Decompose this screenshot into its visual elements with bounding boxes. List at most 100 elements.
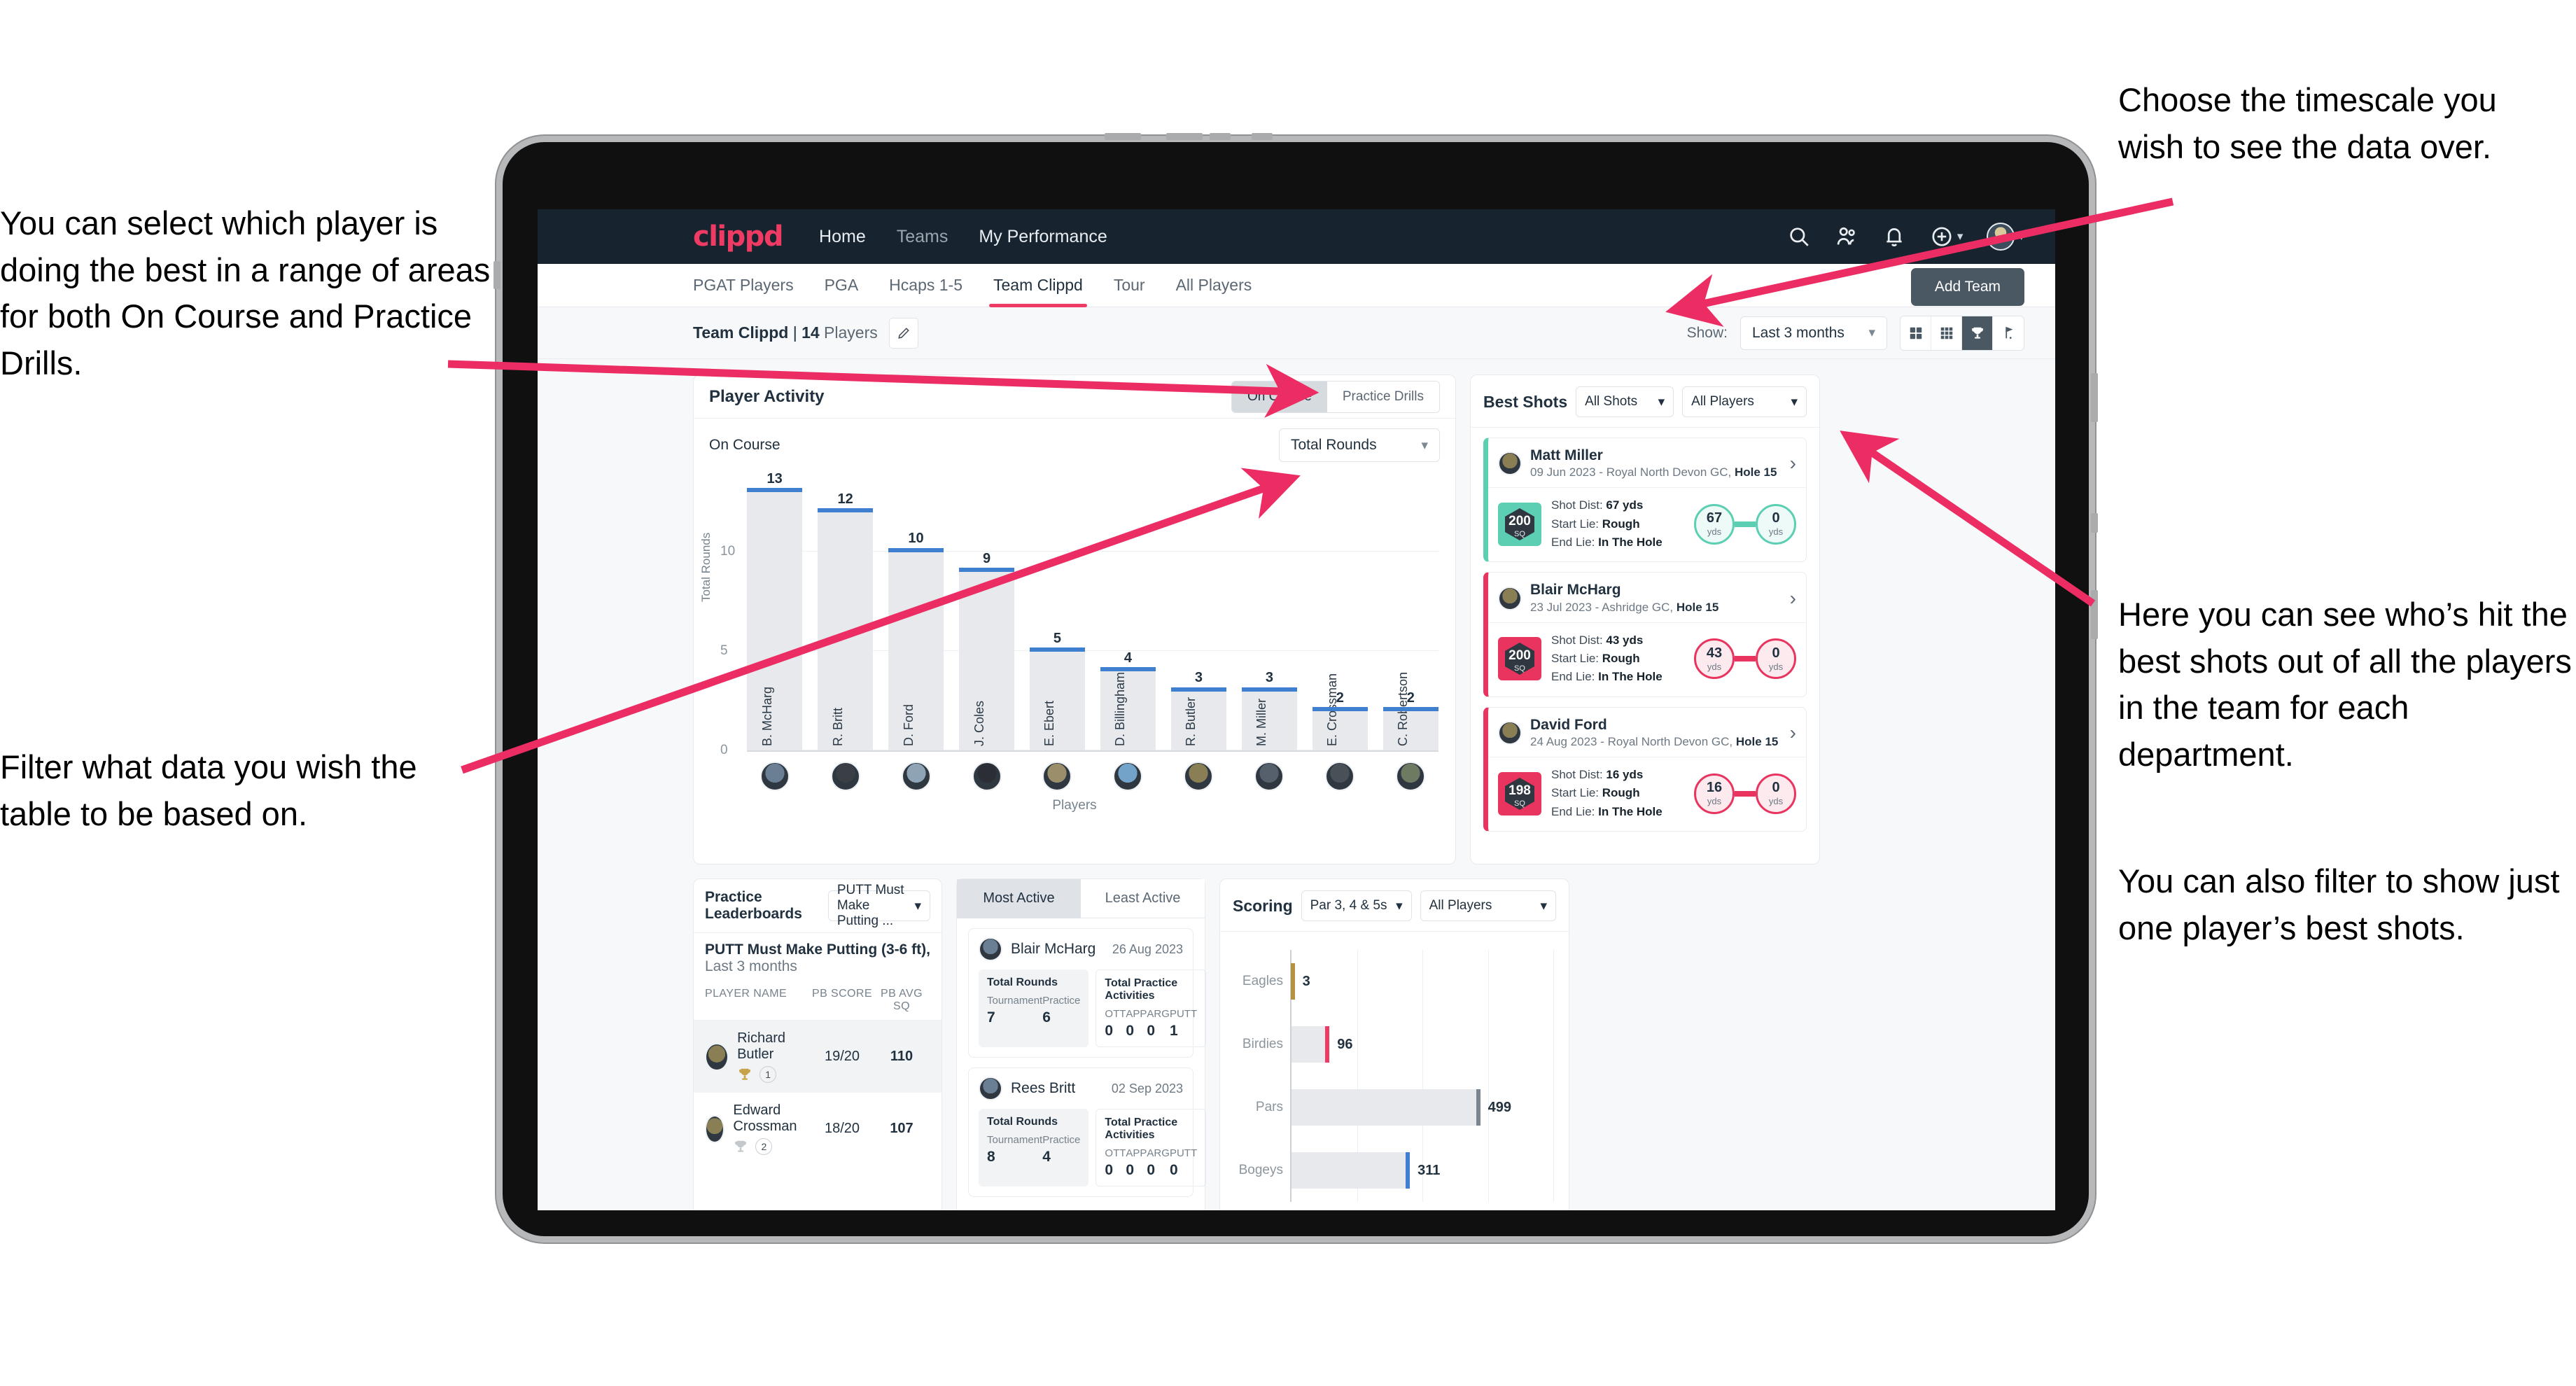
- people-icon[interactable]: [1835, 225, 1858, 248]
- leaderboard-rows: Richard Butler 1 19/20 110 Edward Crossm…: [694, 1021, 941, 1165]
- bell-icon[interactable]: [1882, 225, 1906, 248]
- chevron-right-icon[interactable]: ›: [1790, 588, 1796, 608]
- stat-column: ARG 0: [1147, 1008, 1170, 1040]
- avatar[interactable]: [705, 1114, 725, 1143]
- avatar[interactable]: [1254, 762, 1284, 791]
- nav-link-teams[interactable]: Teams: [897, 227, 948, 247]
- avatar[interactable]: [1498, 586, 1522, 610]
- user-menu[interactable]: ▾: [1987, 223, 2024, 251]
- activity-date: 26 Aug 2023: [1112, 941, 1183, 956]
- avatar[interactable]: [1498, 720, 1522, 745]
- chevron-right-icon[interactable]: ›: [1790, 722, 1796, 743]
- team-title: Team Clippd | 14 Players: [693, 323, 878, 342]
- segment-on-course[interactable]: On Course: [1232, 381, 1327, 412]
- grid-3x3-icon[interactable]: [1931, 316, 1962, 350]
- avatar[interactable]: [1184, 762, 1214, 791]
- start-lie-line: Start Lie: Rough: [1551, 784, 1662, 802]
- best-shots-player-filter[interactable]: All Players ▾: [1682, 386, 1807, 417]
- stat-key: PUTT: [1169, 1008, 1198, 1020]
- avatar[interactable]: [1325, 762, 1355, 791]
- bar-column[interactable]: J. Coles 9: [958, 472, 1015, 750]
- trophy-icon[interactable]: [1962, 316, 1993, 350]
- annotation-right-mid: Here you can see who’s hit the best shot…: [2118, 596, 2572, 774]
- nav-link-home[interactable]: Home: [819, 227, 866, 247]
- activity-player-card[interactable]: Rees Britt 02 Sep 2023 Total Rounds Tour…: [968, 1068, 1207, 1197]
- table-row[interactable]: Edward Crossman 2 18/20 107: [694, 1093, 941, 1165]
- avatar-cell: [818, 762, 873, 791]
- metric-select[interactable]: Total Rounds ▾: [1279, 428, 1440, 462]
- bar-column[interactable]: D. Billingham 4: [1100, 472, 1156, 750]
- show-label: Show:: [1686, 324, 1728, 341]
- distance-connector: [1735, 656, 1756, 662]
- grid-2x2-icon[interactable]: [1900, 316, 1931, 350]
- tab-team-clippd[interactable]: Team Clippd: [989, 264, 1087, 307]
- page-title: Player Activity: [709, 386, 825, 406]
- activity-player-card[interactable]: Blair McHarg 26 Aug 2023 Total Rounds To…: [968, 928, 1207, 1058]
- y-axis-tick: 0: [720, 743, 728, 757]
- bar-row[interactable]: Birdies 96: [1242, 1026, 1553, 1063]
- best-shot-header: Matt Miller 09 Jun 2023 - Royal North De…: [1488, 438, 1806, 487]
- bar-row[interactable]: Pars 499: [1256, 1089, 1553, 1126]
- best-shot-card[interactable]: Matt Miller 09 Jun 2023 - Royal North De…: [1483, 438, 1807, 563]
- bar-value-label: 2: [1336, 690, 1344, 706]
- leaderboard-player-cell: Richard Butler 1: [705, 1030, 811, 1083]
- plus-circle-icon[interactable]: [1930, 225, 1954, 248]
- leaderboard-player-cell: Edward Crossman 2: [705, 1102, 811, 1155]
- bar-column[interactable]: E. Crossman 2: [1312, 472, 1368, 750]
- avatar[interactable]: [830, 762, 860, 791]
- distance-connector: [1735, 790, 1756, 797]
- bar-row[interactable]: Eagles 3: [1242, 963, 1553, 1000]
- segment-practice-drills[interactable]: Practice Drills: [1326, 381, 1439, 412]
- start-lie-line: Start Lie: Rough: [1551, 515, 1662, 533]
- table-row[interactable]: Richard Butler 1 19/20 110: [694, 1021, 941, 1093]
- avatar[interactable]: [1498, 451, 1522, 476]
- distance-from-unit: yds: [1707, 796, 1722, 807]
- bar-column[interactable]: D. Ford 10: [888, 472, 944, 750]
- bar-column[interactable]: C. Robertson 2: [1382, 472, 1439, 750]
- avatar[interactable]: [979, 1077, 1002, 1100]
- scoring-player-filter[interactable]: All Players ▾: [1420, 890, 1556, 921]
- best-shot-card[interactable]: Blair McHarg 23 Jul 2023 - Ashridge GC, …: [1483, 572, 1807, 697]
- best-shot-card[interactable]: David Ford 24 Aug 2023 - Royal North Dev…: [1483, 706, 1807, 832]
- avatar[interactable]: [1042, 762, 1072, 791]
- add-team-button[interactable]: Add Team: [1910, 268, 2024, 306]
- timescale-select[interactable]: Last 3 months ▾: [1740, 316, 1887, 350]
- avatar[interactable]: [972, 762, 1002, 791]
- bar-category-label: Pars: [1255, 1100, 1283, 1114]
- tab-pga[interactable]: PGA: [825, 264, 859, 307]
- scoring-par-filter[interactable]: Par 3, 4 & 5s ▾: [1301, 890, 1412, 921]
- avatar[interactable]: [760, 762, 790, 791]
- avatar[interactable]: [979, 937, 1002, 961]
- best-shots-shot-filter[interactable]: All Shots ▾: [1576, 386, 1674, 417]
- bar-column[interactable]: M. Miller 3: [1241, 472, 1298, 750]
- golf-flag-icon[interactable]: [1993, 316, 2024, 350]
- avatar[interactable]: [1396, 762, 1426, 791]
- bar-column[interactable]: R. Britt 12: [817, 472, 874, 750]
- edit-team-button[interactable]: [888, 317, 918, 349]
- bar-column[interactable]: R. Butler 3: [1170, 472, 1227, 750]
- bar-column[interactable]: B. McHarg 13: [747, 471, 803, 750]
- best-shot-date-course: 23 Jul 2023 - Ashridge GC,: [1530, 600, 1676, 614]
- leaderboard-player-info: Edward Crossman 2: [733, 1102, 811, 1155]
- tab-pgat-players[interactable]: PGAT Players: [693, 264, 794, 307]
- bar-column[interactable]: E. Ebert 5: [1029, 472, 1086, 750]
- avatar[interactable]: [901, 762, 931, 791]
- tab-hcaps-1-5[interactable]: Hcaps 1-5: [889, 264, 962, 307]
- nav-link-my-performance[interactable]: My Performance: [979, 227, 1107, 247]
- drill-select[interactable]: PUTT Must Make Putting ... ▾: [827, 883, 930, 928]
- tab-all-players[interactable]: All Players: [1176, 264, 1252, 307]
- tab-tour[interactable]: Tour: [1114, 264, 1145, 307]
- avatar[interactable]: [1113, 762, 1143, 791]
- activity-card-header: Blair McHarg 26 Aug 2023: [969, 929, 1193, 969]
- chevron-right-icon[interactable]: ›: [1790, 454, 1796, 473]
- avatar-cell: [1242, 762, 1297, 791]
- tab-most-active[interactable]: Most Active: [957, 879, 1081, 918]
- search-icon[interactable]: [1787, 225, 1811, 248]
- avatar[interactable]: [705, 1042, 729, 1071]
- clippd-logo[interactable]: clippd: [693, 220, 784, 253]
- add-menu[interactable]: ▾: [1930, 225, 1963, 248]
- avatar[interactable]: [1987, 223, 2015, 251]
- bar-row[interactable]: Bogeys 311: [1239, 1152, 1553, 1189]
- tab-least-active[interactable]: Least Active: [1081, 879, 1205, 918]
- stat-key: ARG: [1147, 1147, 1170, 1159]
